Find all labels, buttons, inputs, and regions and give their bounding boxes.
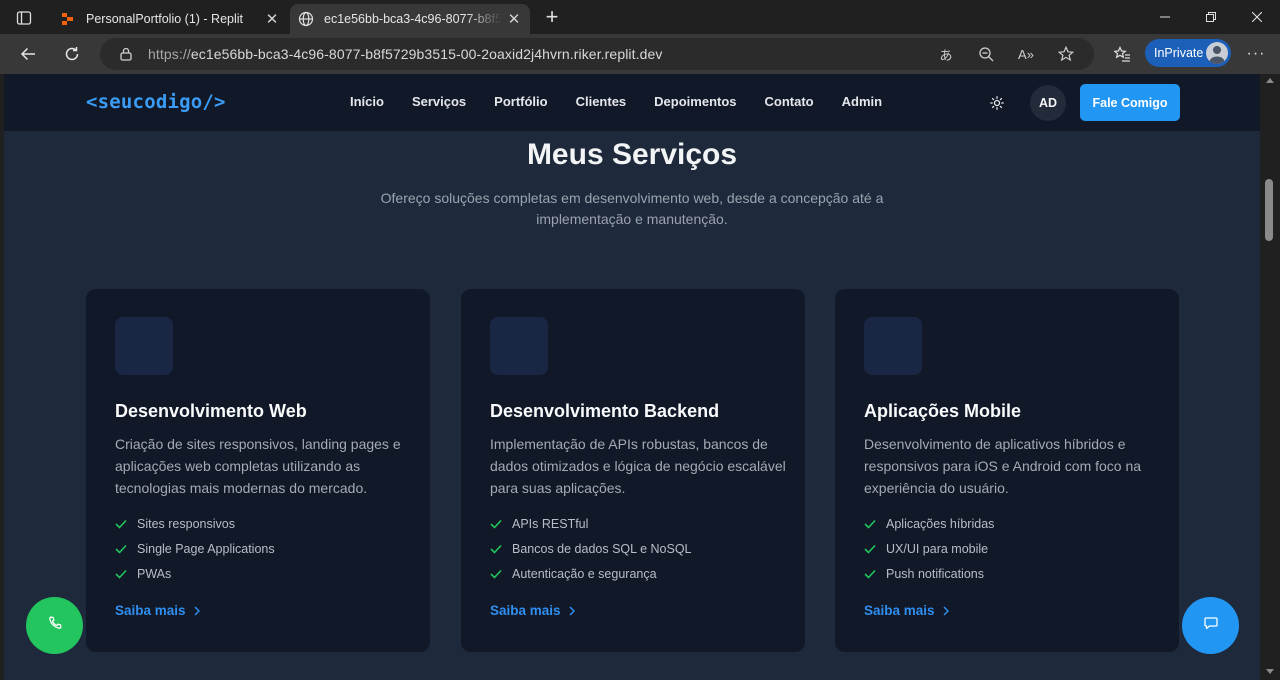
check-icon — [490, 568, 502, 580]
page-scrollbar[interactable] — [1260, 74, 1280, 680]
nav-link-depoimentos[interactable]: Depoimentos — [654, 94, 736, 109]
nav-link-inicio[interactable]: Início — [350, 94, 384, 109]
list-item: APIs RESTful — [490, 511, 692, 536]
user-avatar[interactable]: AD — [1030, 85, 1066, 121]
card-title: Aplicações Mobile — [864, 401, 1022, 421]
card-title: Desenvolvimento Backend — [490, 401, 720, 421]
chat-button[interactable] — [1182, 597, 1239, 654]
refresh-button[interactable] — [57, 39, 87, 69]
read-aloud-icon[interactable]: A» — [1012, 42, 1040, 66]
tab-title: PersonalPortfolio (1) - Replit — [86, 12, 244, 26]
browser-tab-bar: PersonalPortfolio (1) - Replit ✕ ec1e56b… — [0, 0, 1280, 34]
chevron-right-icon — [943, 605, 949, 616]
address-bar[interactable]: https://ec1e56bb-bca3-4c96-8077-b8f5729b… — [100, 38, 1094, 70]
check-icon — [864, 568, 876, 580]
nav-link-portfolio[interactable]: Portfólio — [494, 94, 547, 109]
list-item: PWAs — [115, 561, 275, 586]
translate-icon[interactable]: あ — [932, 42, 960, 66]
browser-toolbar: https://ec1e56bb-bca3-4c96-8077-b8f5729b… — [0, 34, 1280, 74]
check-icon — [115, 568, 127, 580]
minimize-window-button[interactable] — [1142, 0, 1188, 34]
site-header: <seucodigo/> Início Serviços Portfólio C… — [4, 74, 1260, 131]
page-viewport: <seucodigo/> Início Serviços Portfólio C… — [4, 74, 1260, 680]
more-options-icon[interactable]: ··· — [1242, 39, 1270, 69]
chevron-right-icon — [569, 605, 575, 616]
nav-link-clientes[interactable]: Clientes — [576, 94, 627, 109]
service-icon — [115, 317, 173, 375]
tab-replit[interactable]: PersonalPortfolio (1) - Replit ✕ — [52, 4, 288, 34]
feature-list: APIs RESTful Bancos de dados SQL e NoSQL… — [490, 511, 692, 586]
profile-avatar — [1206, 42, 1228, 64]
learn-more-link[interactable]: Saiba mais — [115, 603, 200, 618]
scroll-up-arrow-icon[interactable] — [1266, 78, 1274, 83]
contact-cta-button[interactable]: Fale Comigo — [1080, 84, 1180, 121]
card-description: Desenvolvimento de aplicativos híbridos … — [864, 436, 1142, 496]
lock-icon[interactable] — [118, 46, 134, 62]
list-item: Push notifications — [864, 561, 994, 586]
close-tab-icon[interactable]: ✕ — [260, 7, 284, 31]
scrollbar-thumb[interactable] — [1265, 179, 1273, 241]
nav-link-contato[interactable]: Contato — [765, 94, 814, 109]
service-card-mobile: Aplicações Mobile Desenvolvimento de apl… — [835, 289, 1179, 652]
url-text: https://ec1e56bb-bca3-4c96-8077-b8f5729b… — [148, 46, 663, 62]
service-card-web: Desenvolvimento Web Criação de sites res… — [86, 289, 430, 652]
check-icon — [115, 518, 127, 530]
inprivate-badge[interactable]: InPrivate — [1145, 39, 1231, 67]
nav-link-admin[interactable]: Admin — [842, 94, 882, 109]
check-icon — [490, 543, 502, 555]
check-icon — [490, 518, 502, 530]
favorite-star-icon[interactable] — [1052, 42, 1080, 66]
feature-list: Sites responsivos Single Page Applicatio… — [115, 511, 275, 586]
restore-window-button[interactable] — [1188, 0, 1234, 34]
section-title: Meus Serviços — [526, 138, 738, 171]
list-item: Autenticação e segurança — [490, 561, 692, 586]
tab-actions-icon[interactable] — [10, 7, 38, 29]
globe-icon — [298, 11, 314, 27]
close-tab-icon[interactable]: ✕ — [502, 7, 526, 31]
new-tab-button[interactable]: + — [538, 4, 566, 29]
list-item: Bancos de dados SQL e NoSQL — [490, 536, 692, 561]
list-item: Aplicações híbridas — [864, 511, 994, 536]
list-item: Sites responsivos — [115, 511, 275, 536]
scroll-down-arrow-icon[interactable] — [1266, 669, 1274, 674]
service-icon — [490, 317, 548, 375]
close-window-button[interactable] — [1234, 0, 1280, 34]
section-subtitle: Ofereço soluções completas em desenvolvi… — [380, 190, 884, 227]
service-card-backend: Desenvolvimento Backend Implementação de… — [461, 289, 805, 652]
tab-title: ec1e56bb-bca3-4c96-8077-b8f5729b3515-00-… — [324, 12, 502, 26]
sun-icon[interactable] — [984, 90, 1010, 116]
zoom-icon[interactable] — [972, 42, 1000, 66]
card-title: Desenvolvimento Web — [115, 401, 307, 421]
nav-link-servicos[interactable]: Serviços — [412, 94, 466, 109]
phone-icon — [48, 616, 62, 635]
learn-more-link[interactable]: Saiba mais — [490, 603, 575, 618]
favorites-icon[interactable] — [1107, 39, 1137, 69]
replit-icon — [60, 11, 76, 27]
site-logo[interactable]: <seucodigo/> — [86, 91, 226, 113]
tab-active-site[interactable]: ec1e56bb-bca3-4c96-8077-b8f5729b3515-00-… — [290, 4, 530, 34]
check-icon — [115, 543, 127, 555]
service-icon — [864, 317, 922, 375]
feature-list: Aplicações híbridas UX/UI para mobile Pu… — [864, 511, 994, 586]
chevron-right-icon — [194, 605, 200, 616]
phone-call-button[interactable] — [26, 597, 83, 654]
back-button[interactable] — [13, 39, 43, 69]
card-description: Criação de sites responsivos, landing pa… — [115, 436, 401, 496]
chat-icon — [1203, 616, 1218, 635]
check-icon — [864, 543, 876, 555]
learn-more-link[interactable]: Saiba mais — [864, 603, 949, 618]
inprivate-label: InPrivate — [1154, 46, 1204, 60]
list-item: Single Page Applications — [115, 536, 275, 561]
check-icon — [864, 518, 876, 530]
card-description: Implementação de APIs robustas, bancos d… — [490, 436, 786, 496]
main-nav: Início Serviços Portfólio Clientes Depoi… — [350, 94, 910, 109]
list-item: UX/UI para mobile — [864, 536, 994, 561]
